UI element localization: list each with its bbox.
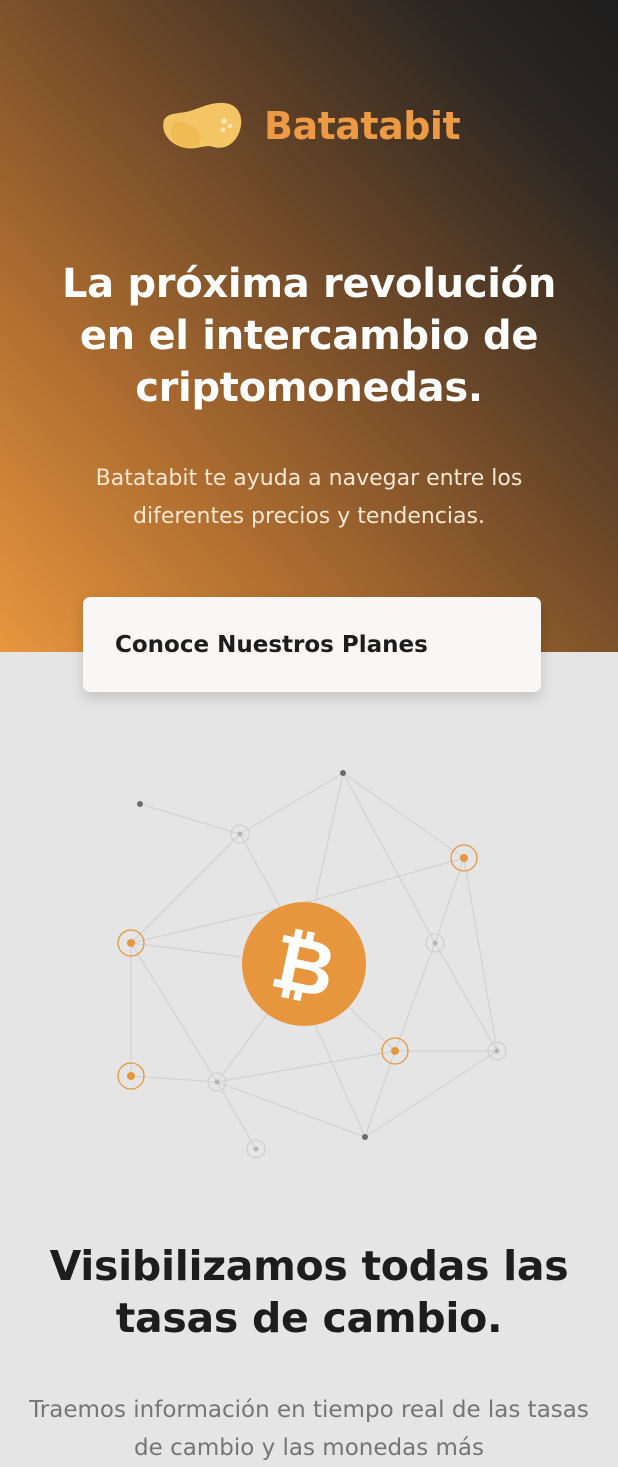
- rates-section-text: Traemos información en tiempo real de la…: [29, 1397, 589, 1461]
- brand-name: Batatabit: [264, 104, 461, 148]
- network-node: [137, 801, 143, 807]
- bitcoin-network-illustration: ₿: [117, 770, 507, 1159]
- hero-title: La próxima revolución en el intercambio …: [61, 261, 557, 411]
- hero-section: Batatabit La próxima revolución en el in…: [0, 0, 618, 652]
- potato-logo-icon: [163, 102, 242, 149]
- hero-subtitle: Batatabit te ayuda a navegar entre los d…: [95, 466, 523, 529]
- network-node: [246, 1139, 266, 1159]
- bitcoin-icon: ₿: [242, 902, 366, 1026]
- network-node: [362, 1134, 368, 1140]
- plans-button[interactable]: Conoce Nuestros Planes: [83, 597, 541, 692]
- network-node-highlight: [450, 844, 478, 872]
- network-node: [425, 933, 445, 953]
- network-node: [230, 824, 250, 844]
- brand-logo[interactable]: Batatabit: [160, 100, 461, 152]
- rates-section-title: Visibilizamos todas las tasas de cambio.: [49, 1242, 569, 1342]
- network-node: [340, 770, 346, 776]
